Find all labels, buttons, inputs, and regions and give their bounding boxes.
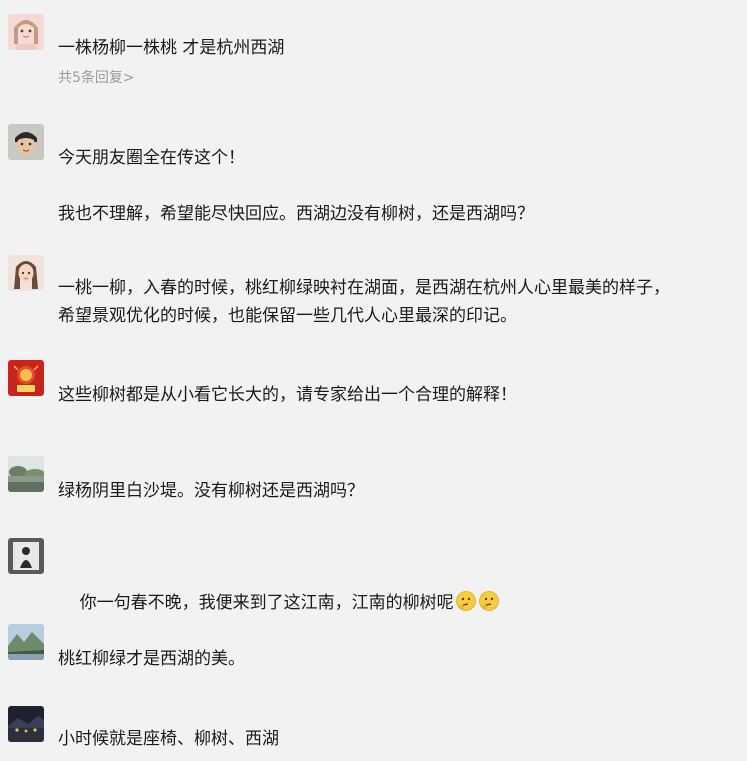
avatar[interactable] bbox=[8, 624, 44, 660]
comment-text: 桃红柳绿才是西湖的美。 bbox=[58, 649, 245, 669]
avatar[interactable] bbox=[8, 14, 44, 50]
avatar[interactable] bbox=[8, 456, 44, 492]
comment-text: 一桃一柳，入春的时候，桃红柳绿映衬在湖面，是西湖在杭州人心里最美的样子， 希望景… bbox=[58, 278, 670, 326]
comment-text-content: 你一句春不晚，我便来到了这江南，江南的柳树呢 bbox=[79, 593, 454, 613]
avatar[interactable] bbox=[8, 538, 44, 574]
comment-text: 今天朋友圈全在传这个！ 我也不理解，希望能尽快回应。西湖边没有柳树，还是西湖吗？ bbox=[58, 148, 534, 224]
comment-text: 这些柳树都是从小看它长大的，请专家给出一个合理的解释！ bbox=[58, 385, 517, 405]
thinking-emoji-icon bbox=[478, 591, 499, 611]
view-replies-link[interactable]: 共5条回复> bbox=[58, 67, 135, 87]
comment-text: 你一句春不晚，我便来到了这江南，江南的柳树呢 bbox=[58, 561, 728, 645]
avatar[interactable] bbox=[8, 706, 44, 742]
avatar[interactable] bbox=[8, 255, 44, 291]
thinking-emoji-icon bbox=[455, 591, 476, 611]
comment-text: 绿杨阴里白沙堤。没有柳树还是西湖吗？ bbox=[58, 481, 364, 501]
comment-text: 小时候就是座椅、柳树、西湖 bbox=[58, 729, 279, 749]
avatar[interactable] bbox=[8, 360, 44, 396]
avatar[interactable] bbox=[8, 124, 44, 160]
comment-text: 一株杨柳一株桃 才是杭州西湖 bbox=[58, 38, 285, 58]
